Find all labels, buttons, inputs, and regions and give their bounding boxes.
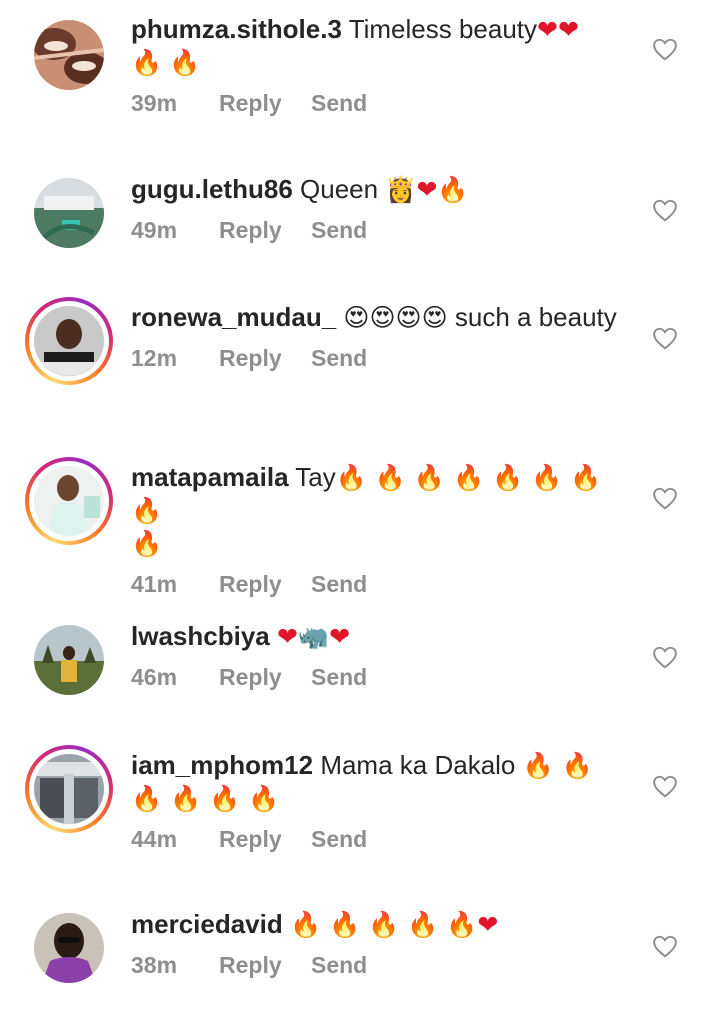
timestamp: 12m bbox=[131, 345, 178, 371]
avatar bbox=[34, 466, 104, 536]
comment-message: 🔥 🔥 🔥 🔥 🔥❤ bbox=[290, 909, 498, 939]
send-button[interactable]: Send bbox=[311, 90, 367, 117]
comment-meta: 44m Reply Send bbox=[131, 826, 631, 853]
heart-outline-icon[interactable] bbox=[652, 198, 678, 222]
avatar[interactable] bbox=[34, 913, 104, 983]
heart-outline-icon[interactable] bbox=[652, 934, 678, 958]
comment-text: ronewa_mudau_ 😍😍😍😍 such a beauty bbox=[131, 301, 631, 334]
heart-emoji: ❤ bbox=[276, 622, 298, 651]
avatar[interactable] bbox=[34, 20, 104, 90]
avatar bbox=[34, 754, 104, 824]
send-button[interactable]: Send bbox=[311, 952, 367, 979]
reply-button[interactable]: Reply bbox=[219, 345, 311, 372]
fire-emoji: 🔥 bbox=[169, 48, 201, 77]
username[interactable]: merciedavid bbox=[131, 909, 283, 939]
heart-outline-icon[interactable] bbox=[652, 774, 678, 798]
username[interactable]: lwashcbiya bbox=[131, 621, 270, 651]
fire-emoji: 🔥 bbox=[131, 48, 163, 77]
username[interactable]: ronewa_mudau_ bbox=[131, 302, 336, 332]
princess-emoji: 👸 bbox=[385, 175, 417, 204]
fire-emoji: 🔥 🔥 🔥 🔥 🔥 bbox=[289, 910, 478, 939]
timestamp: 38m bbox=[131, 952, 178, 978]
timestamp: 46m bbox=[131, 664, 178, 690]
fire-emoji: 🔥 bbox=[131, 529, 163, 558]
avatar[interactable] bbox=[34, 178, 104, 248]
comment-meta: 12m Reply Send bbox=[131, 345, 631, 372]
comment-text: gugu.lethu86 Queen 👸❤🔥 bbox=[131, 173, 631, 206]
heart-outline-icon[interactable] bbox=[652, 486, 678, 510]
avatar bbox=[34, 306, 104, 376]
comment-meta: 39m Reply Send bbox=[131, 90, 631, 117]
timestamp: 41m bbox=[131, 571, 178, 597]
reply-button[interactable]: Reply bbox=[219, 90, 311, 117]
avatar-story-ring[interactable] bbox=[25, 457, 113, 545]
fire-emoji: 🔥 🔥 🔥 🔥 bbox=[131, 784, 280, 813]
heart-outline-icon[interactable] bbox=[652, 326, 678, 350]
comment-text: iam_mphom12 Mama ka Dakalo 🔥 🔥 🔥 🔥 🔥 🔥 bbox=[131, 749, 631, 815]
heart-emoji: ❤ bbox=[416, 175, 438, 204]
username[interactable]: matapamaila bbox=[131, 462, 289, 492]
username[interactable]: iam_mphom12 bbox=[131, 750, 313, 780]
username[interactable]: phumza.sithole.3 bbox=[131, 14, 342, 44]
comment-meta: 41m Reply Send bbox=[131, 571, 631, 598]
comment-message: ❤🦏❤ bbox=[277, 621, 350, 651]
heart-eyes-emoji: 😍😍😍😍 bbox=[343, 303, 448, 332]
comment-meta: 49m Reply Send bbox=[131, 217, 631, 244]
fire-emoji: 🔥 bbox=[437, 175, 469, 204]
send-button[interactable]: Send bbox=[311, 217, 367, 244]
send-button[interactable]: Send bbox=[311, 571, 367, 598]
send-button[interactable]: Send bbox=[311, 664, 367, 691]
heart-outline-icon[interactable] bbox=[652, 645, 678, 669]
comment-meta: 38m Reply Send bbox=[131, 952, 631, 979]
comments-list: phumza.sithole.3 Timeless beauty❤❤ 🔥 🔥 39… bbox=[0, 0, 720, 1010]
timestamp: 49m bbox=[131, 217, 178, 243]
rhino-emoji: 🦏 bbox=[297, 622, 330, 651]
heart-emoji: ❤ bbox=[557, 15, 579, 44]
avatar[interactable] bbox=[34, 625, 104, 695]
reply-button[interactable]: Reply bbox=[219, 826, 311, 853]
timestamp: 44m bbox=[131, 826, 178, 852]
reply-button[interactable]: Reply bbox=[219, 952, 311, 979]
comment-text: phumza.sithole.3 Timeless beauty❤❤ 🔥 🔥 bbox=[131, 13, 631, 79]
reply-button[interactable]: Reply bbox=[219, 571, 311, 598]
heart-emoji: ❤ bbox=[477, 910, 499, 939]
avatar-story-ring[interactable] bbox=[25, 297, 113, 385]
avatar-story-ring[interactable] bbox=[25, 745, 113, 833]
fire-emoji: 🔥 🔥 bbox=[522, 751, 593, 780]
comment-meta: 46m Reply Send bbox=[131, 664, 631, 691]
comment-text: merciedavid 🔥 🔥 🔥 🔥 🔥❤ bbox=[131, 908, 631, 941]
timestamp: 39m bbox=[131, 90, 178, 116]
comment-text: matapamaila Tay🔥 🔥 🔥 🔥 🔥 🔥 🔥 🔥 🔥 bbox=[131, 461, 631, 560]
heart-emoji: ❤ bbox=[329, 622, 351, 651]
send-button[interactable]: Send bbox=[311, 345, 367, 372]
send-button[interactable]: Send bbox=[311, 826, 367, 853]
comment-text: lwashcbiya ❤🦏❤ bbox=[131, 620, 631, 653]
reply-button[interactable]: Reply bbox=[219, 217, 311, 244]
username[interactable]: gugu.lethu86 bbox=[131, 174, 293, 204]
heart-outline-icon[interactable] bbox=[652, 37, 678, 61]
heart-emoji: ❤ bbox=[537, 15, 558, 44]
comment-message: 😍😍😍😍 such a beauty bbox=[343, 302, 617, 332]
comment-message: Queen 👸❤🔥 bbox=[300, 174, 469, 204]
reply-button[interactable]: Reply bbox=[219, 664, 311, 691]
